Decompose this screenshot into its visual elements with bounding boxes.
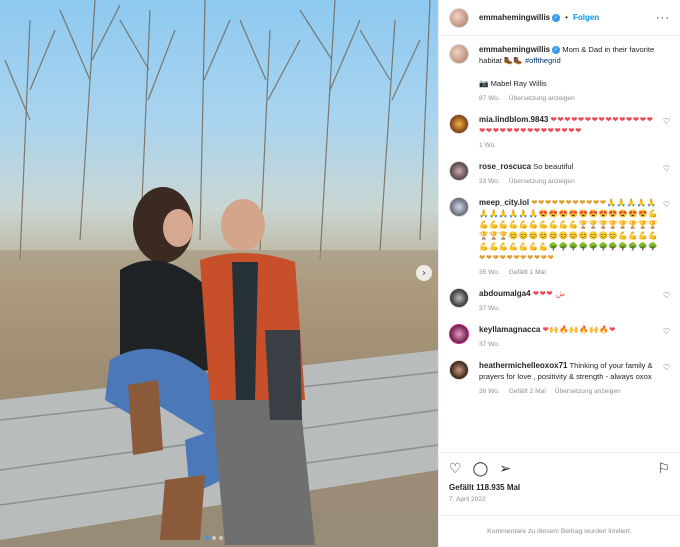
comment-text: ❤🙌🔥🙌🔥🙌🔥❤ xyxy=(542,325,616,334)
share-icon[interactable]: ➢ xyxy=(499,461,511,477)
carousel-dot xyxy=(205,536,209,540)
heart-icon[interactable]: ♡ xyxy=(663,291,670,300)
verified-icon: ✓ xyxy=(552,46,561,54)
comment-time[interactable]: 37 Wo. xyxy=(479,305,500,312)
comment-item: mia.lindblom.9843 ❤❤❤❤❤❤❤❤❤❤❤❤❤❤❤❤❤❤❤❤❤❤… xyxy=(449,114,670,151)
caption-time[interactable]: 87 Wo. xyxy=(479,95,500,102)
comment-username[interactable]: rose_roscuca xyxy=(479,162,531,171)
avatar[interactable] xyxy=(449,197,469,217)
heart-icon[interactable]: ♡ xyxy=(663,117,670,126)
avatar[interactable] xyxy=(449,360,469,380)
translate-link[interactable]: Übersetzung anzeigen xyxy=(555,388,621,395)
comment-username[interactable]: meep_city.lol xyxy=(479,198,529,207)
comment-time[interactable]: 33 Wo. xyxy=(479,178,500,185)
comment-item: abdoumalga4 ❤❤❤ ش 37 Wo. ♡ xyxy=(449,288,670,314)
comment-username[interactable]: heathermichelleoxox71 xyxy=(479,361,567,370)
more-options-icon[interactable]: ··· xyxy=(656,12,670,24)
comment-likes[interactable]: Gefällt 2 Mal xyxy=(509,388,546,395)
like-icon[interactable]: ♡ xyxy=(449,461,462,477)
separator: • xyxy=(565,13,568,22)
heart-icon[interactable]: ♡ xyxy=(663,200,670,209)
carousel-dots xyxy=(205,536,223,540)
avatar[interactable] xyxy=(449,324,469,344)
like-count[interactable]: Gefällt 118.935 Mal xyxy=(449,483,670,492)
bookmark-icon[interactable]: ⚐ xyxy=(657,461,670,477)
post-actions: ♡ ◯ ➢ ⚐ Gefällt 118.935 Mal 7. April 202… xyxy=(439,452,680,503)
comments-limited-notice: Kommentare zu diesem Beitrag wurden limi… xyxy=(439,515,680,535)
comment-text: ❤❤❤ ش xyxy=(532,289,566,298)
header-username[interactable]: emmahemingwillis xyxy=(479,13,550,22)
carousel-dot xyxy=(219,536,223,540)
avatar[interactable] xyxy=(449,288,469,308)
verified-icon: ✓ xyxy=(552,13,561,22)
post-date[interactable]: 7. April 2022 xyxy=(449,496,670,503)
comment-icon[interactable]: ◯ xyxy=(473,461,489,477)
comment-username[interactable]: keyllamagnacca xyxy=(479,325,540,334)
comment-item: meep_city.lol ❤❤❤❤❤❤❤❤❤❤❤🙏🙏🙏🙏🙏🙏🙏🙏🙏🙏🙏😍😍😍😍… xyxy=(449,197,670,278)
comments-list[interactable]: emmahemingwillis ✓ Mom & Dad in their fav… xyxy=(439,36,680,452)
comment-item: keyllamagnacca ❤🙌🔥🙌🔥🙌🔥❤ 37 Wo. ♡ xyxy=(449,324,670,350)
post-photo[interactable]: › xyxy=(0,0,438,547)
photo-illustration xyxy=(0,0,438,547)
comment-time[interactable]: 35 Wo. xyxy=(479,269,500,276)
comment-likes[interactable]: Gefällt 1 Mal xyxy=(509,269,546,276)
comment-item: rose_roscuca So beautiful 33 Wo. Übersetz… xyxy=(449,161,670,187)
heart-icon[interactable]: ♡ xyxy=(663,164,670,173)
photo-credit: 📷 Mabel Ray Willis xyxy=(479,79,547,88)
comment-time[interactable]: 37 Wo. xyxy=(479,341,500,348)
comment-text: So beautiful xyxy=(533,162,574,171)
translate-link[interactable]: Übersetzung anzeigen xyxy=(509,95,575,102)
post-sidebar: emmahemingwillis ✓ • Folgen ··· emmahemi… xyxy=(438,0,680,547)
heart-icon[interactable]: ♡ xyxy=(663,327,670,336)
chevron-right-icon[interactable]: › xyxy=(416,265,432,281)
avatar[interactable] xyxy=(449,44,469,64)
follow-button[interactable]: Folgen xyxy=(573,13,599,22)
heart-icon[interactable]: ♡ xyxy=(663,363,670,372)
hashtag-link[interactable]: #offthegrid xyxy=(525,56,561,65)
post-header: emmahemingwillis ✓ • Folgen ··· xyxy=(439,0,680,36)
avatar[interactable] xyxy=(449,161,469,181)
comment-time[interactable]: 1 Wo. xyxy=(479,142,496,149)
avatar[interactable] xyxy=(449,7,469,28)
translate-link[interactable]: Übersetzung anzeigen xyxy=(509,178,575,185)
caption: emmahemingwillis ✓ Mom & Dad in their fav… xyxy=(449,44,670,104)
comment-username[interactable]: mia.lindblom.9843 xyxy=(479,115,548,124)
caption-username[interactable]: emmahemingwillis xyxy=(479,45,550,54)
comment-item: heathermichelleoxox71 Thinking of your f… xyxy=(449,360,670,397)
comment-text: ❤❤❤❤❤❤❤❤❤❤❤🙏🙏🙏🙏🙏🙏🙏🙏🙏🙏🙏😍😍😍😍😍😍😍😍😍😍😍💪💪💪💪💪💪💪… xyxy=(479,198,659,262)
carousel-dot xyxy=(212,536,216,540)
avatar[interactable] xyxy=(449,114,469,134)
comment-time[interactable]: 39 Wo. xyxy=(479,388,500,395)
comment-username[interactable]: abdoumalga4 xyxy=(479,289,531,298)
